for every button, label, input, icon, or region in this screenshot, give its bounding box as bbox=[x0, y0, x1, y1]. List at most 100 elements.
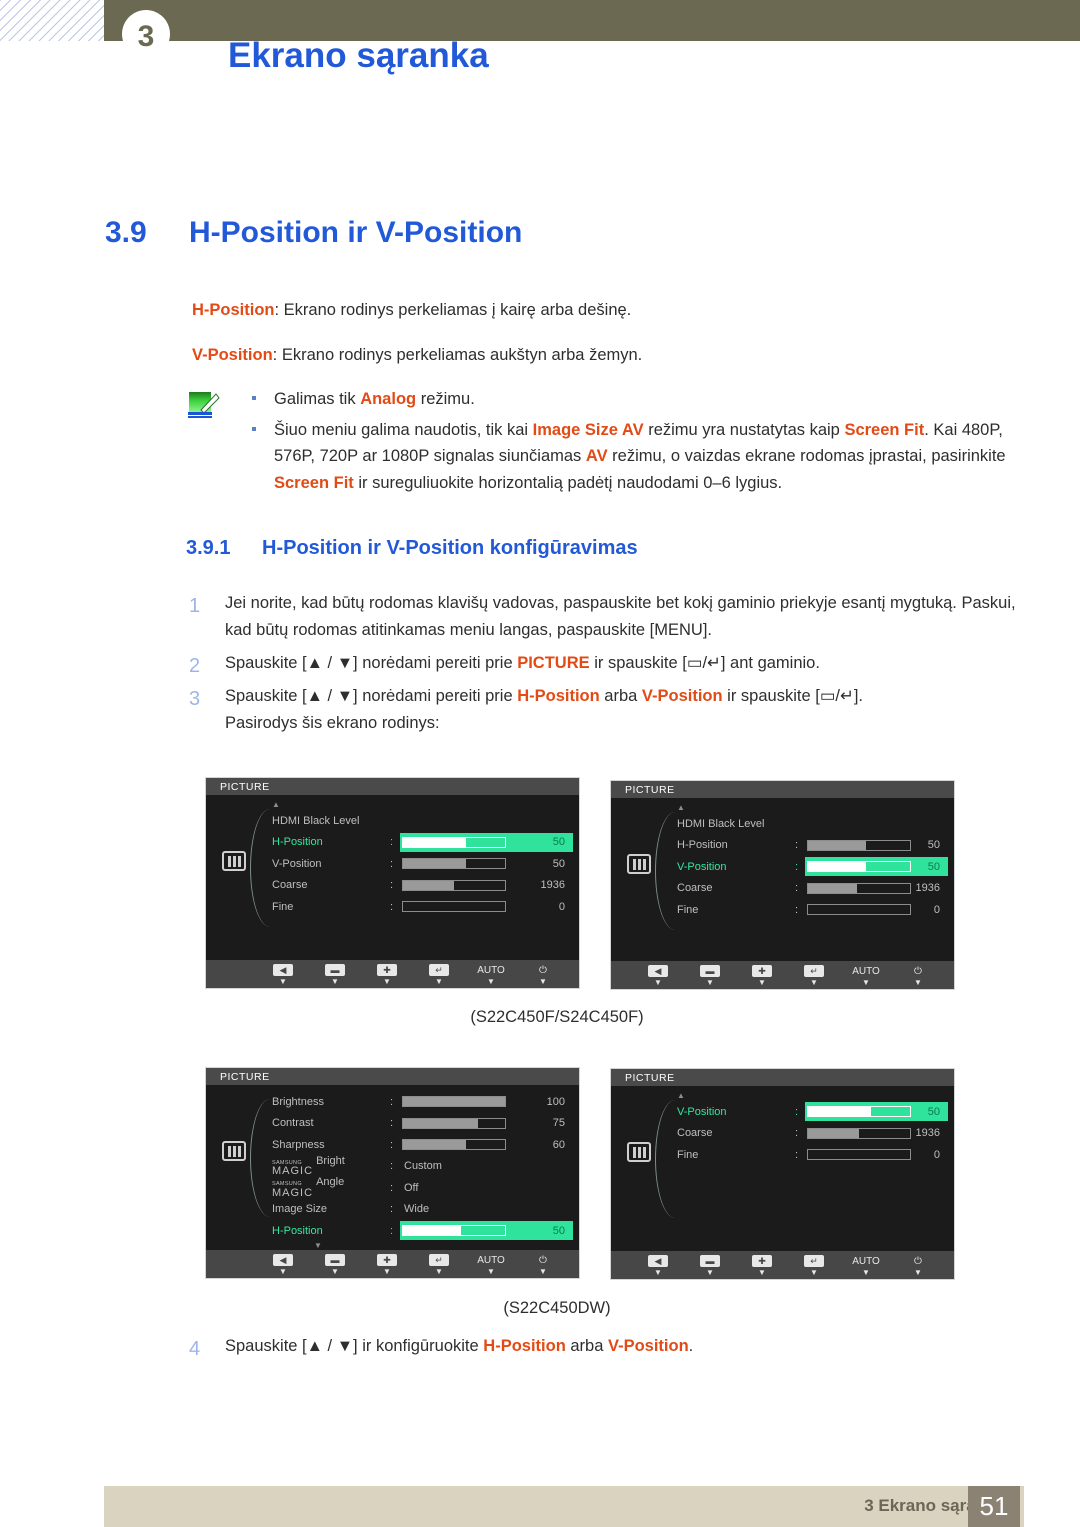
osd-item-label: V-Position bbox=[677, 1105, 727, 1118]
osd-menu-item[interactable]: Fine: 0 bbox=[673, 899, 948, 921]
osd-enter-button[interactable]: ↵ ▼ bbox=[788, 965, 840, 987]
osd-menu-item[interactable]: Coarse: 1936 bbox=[673, 878, 948, 900]
osd-enter-button[interactable]: ↵ ▼ bbox=[413, 964, 465, 986]
osd-button-down-caret-icon: ▼ bbox=[383, 977, 391, 986]
osd-back-button[interactable]: ◀ ▼ bbox=[257, 964, 309, 986]
osd-value-area: 100 bbox=[400, 1092, 573, 1111]
osd-menu-item[interactable]: HDMI Black Level bbox=[268, 810, 573, 832]
osd-item-label: Fine bbox=[272, 900, 294, 913]
osd-body: Brightness: 100 Contrast: 75 Sharpness: 60 SAM… bbox=[206, 1085, 579, 1278]
osd-value-number: 100 bbox=[546, 1095, 565, 1108]
osd-auto-button[interactable]: AUTO ▼ bbox=[465, 964, 517, 986]
osd-item-label: Image Size bbox=[272, 1203, 328, 1216]
osd-button-glyph: ⏻ bbox=[892, 965, 944, 978]
osd-power-button[interactable]: ⏻ ▼ bbox=[517, 964, 569, 986]
osd-power-button[interactable]: ⏻ ▼ bbox=[517, 1254, 569, 1276]
osd-slider-track[interactable] bbox=[807, 882, 911, 894]
osd-menu-item[interactable]: Image Size: Wide bbox=[268, 1199, 573, 1221]
osd-menu-list: ▲ V-Position: 50 Coarse: 1936 Fine: 0 bbox=[673, 1092, 948, 1166]
osd-menu-item-selected[interactable]: H-Position: 50 bbox=[268, 1220, 573, 1242]
osd-minus-button[interactable]: ▬ ▼ bbox=[684, 1255, 736, 1277]
osd-menu-item[interactable]: HDMI Black Level bbox=[673, 813, 948, 835]
osd-auto-button[interactable]: AUTO ▼ bbox=[465, 1254, 517, 1276]
osd-button-glyph: AUTO bbox=[852, 1256, 880, 1267]
osd-slider-track[interactable] bbox=[402, 1225, 506, 1237]
osd-menu-item[interactable]: Coarse: 1936 bbox=[268, 875, 573, 897]
minus-button-icon: ▬ bbox=[700, 1255, 720, 1267]
page-number-badge: 51 bbox=[968, 1486, 1020, 1527]
osd-button-down-caret-icon: ▼ bbox=[862, 978, 870, 987]
osd-menu-item[interactable]: SAMSUNG MAGIC Bright: Custom bbox=[268, 1155, 573, 1178]
osd-menu-item[interactable]: Sharpness: 60 bbox=[268, 1134, 573, 1156]
osd-button-glyph: ▬ bbox=[309, 964, 361, 977]
osd-slider-track[interactable] bbox=[807, 1106, 911, 1118]
plus-button-icon: ✚ bbox=[377, 964, 397, 976]
osd-enter-button[interactable]: ↵ ▼ bbox=[788, 1255, 840, 1277]
enter-button-icon: ↵ bbox=[429, 964, 449, 976]
osd-menu-item[interactable]: H-Position: 50 bbox=[673, 835, 948, 857]
osd-slider-fill bbox=[403, 1097, 505, 1107]
osd-menu-list: ▲ HDMI Black Level H-Position:50 V-Position… bbox=[673, 804, 948, 921]
osd-menu-item[interactable]: SAMSUNG MAGIC Angle: Off bbox=[268, 1177, 573, 1199]
osd-back-button[interactable]: ◀ ▼ bbox=[632, 1255, 684, 1277]
osd-slider-track[interactable] bbox=[807, 1127, 911, 1139]
osd-power-button[interactable]: ⏻ ▼ bbox=[892, 965, 944, 987]
osd-plus-button[interactable]: ✚ ▼ bbox=[361, 1254, 413, 1276]
osd-slider-track[interactable] bbox=[402, 1096, 506, 1108]
osd-item-label: H-Position bbox=[677, 839, 728, 852]
osd-button-down-caret-icon: ▼ bbox=[487, 977, 495, 986]
note-text: Galimas tik bbox=[274, 390, 361, 408]
osd-button-down-caret-icon: ▼ bbox=[810, 978, 818, 987]
osd-menu-item[interactable]: Coarse: 1936 bbox=[673, 1123, 948, 1145]
osd-plus-button[interactable]: ✚ ▼ bbox=[361, 964, 413, 986]
osd-menu-item[interactable]: Fine: 0 bbox=[268, 896, 573, 918]
osd-minus-button[interactable]: ▬ ▼ bbox=[309, 1254, 361, 1276]
osd-value-area: 0 bbox=[400, 897, 573, 916]
osd-menu-item-selected[interactable]: V-Position: 50 bbox=[673, 1101, 948, 1123]
osd-title-bar: PICTURE bbox=[611, 781, 954, 798]
osd-button-glyph: ✚ bbox=[736, 1255, 788, 1268]
section-heading: 3.9 H-Position ir V-Position bbox=[105, 216, 1005, 250]
osd-button-down-caret-icon: ▼ bbox=[435, 1267, 443, 1276]
osd-button-glyph: ⏻ bbox=[517, 1254, 569, 1267]
osd-enter-button[interactable]: ↵ ▼ bbox=[413, 1254, 465, 1276]
v-position-term: V-Position bbox=[192, 346, 273, 364]
osd-value-area: 60 bbox=[400, 1135, 573, 1154]
osd-auto-button[interactable]: AUTO ▼ bbox=[840, 1255, 892, 1277]
osd-slider-track[interactable] bbox=[807, 861, 911, 873]
osd-menu-item[interactable]: Contrast: 75 bbox=[268, 1113, 573, 1135]
osd-item-label: Fine bbox=[677, 1148, 699, 1161]
osd-button-glyph: ↵ bbox=[413, 964, 465, 977]
osd-slider-track[interactable] bbox=[402, 1117, 506, 1129]
osd-value-area: 50 bbox=[805, 836, 948, 855]
osd-back-button[interactable]: ◀ ▼ bbox=[632, 965, 684, 987]
osd-plus-button[interactable]: ✚ ▼ bbox=[736, 1255, 788, 1277]
osd-back-button[interactable]: ◀ ▼ bbox=[257, 1254, 309, 1276]
h-position-description: H-Position: Ekrano rodinys perkeliamas į… bbox=[192, 299, 1012, 323]
osd-title-text: PICTURE bbox=[625, 783, 675, 796]
osd-menu-item-selected[interactable]: H-Position: 50 bbox=[268, 832, 573, 854]
osd-plus-button[interactable]: ✚ ▼ bbox=[736, 965, 788, 987]
osd-slider-track[interactable] bbox=[807, 904, 911, 916]
osd-slider-fill bbox=[403, 837, 467, 847]
osd-slider-track[interactable] bbox=[402, 858, 506, 870]
osd-slider-track[interactable] bbox=[402, 879, 506, 891]
osd-slider-track[interactable] bbox=[402, 836, 506, 848]
osd-auto-button[interactable]: AUTO ▼ bbox=[840, 965, 892, 987]
osd-menu-item-selected[interactable]: V-Position: 50 bbox=[673, 856, 948, 878]
osd-slider-track[interactable] bbox=[402, 901, 506, 913]
osd-slider-track[interactable] bbox=[402, 1139, 506, 1151]
note-highlight: Image Size AV bbox=[532, 420, 644, 439]
osd-slider-track[interactable] bbox=[807, 839, 911, 851]
osd-menu-item[interactable]: V-Position: 50 bbox=[268, 853, 573, 875]
osd-button-guide: ◀ ▼ ▬ ▼ ✚ ▼ ↵ ▼ AUTO ▼ ⏻ ▼ bbox=[206, 960, 579, 988]
osd-menu-item[interactable]: Brightness: 100 bbox=[268, 1091, 573, 1113]
osd-minus-button[interactable]: ▬ ▼ bbox=[684, 965, 736, 987]
minus-button-icon: ▬ bbox=[325, 1254, 345, 1266]
h-position-term: H-Position bbox=[192, 301, 275, 319]
osd-button-guide: ◀ ▼ ▬ ▼ ✚ ▼ ↵ ▼ AUTO ▼ ⏻ ▼ bbox=[611, 1251, 954, 1279]
osd-menu-item[interactable]: Fine: 0 bbox=[673, 1144, 948, 1166]
osd-slider-track[interactable] bbox=[807, 1149, 911, 1161]
osd-power-button[interactable]: ⏻ ▼ bbox=[892, 1255, 944, 1277]
osd-minus-button[interactable]: ▬ ▼ bbox=[309, 964, 361, 986]
